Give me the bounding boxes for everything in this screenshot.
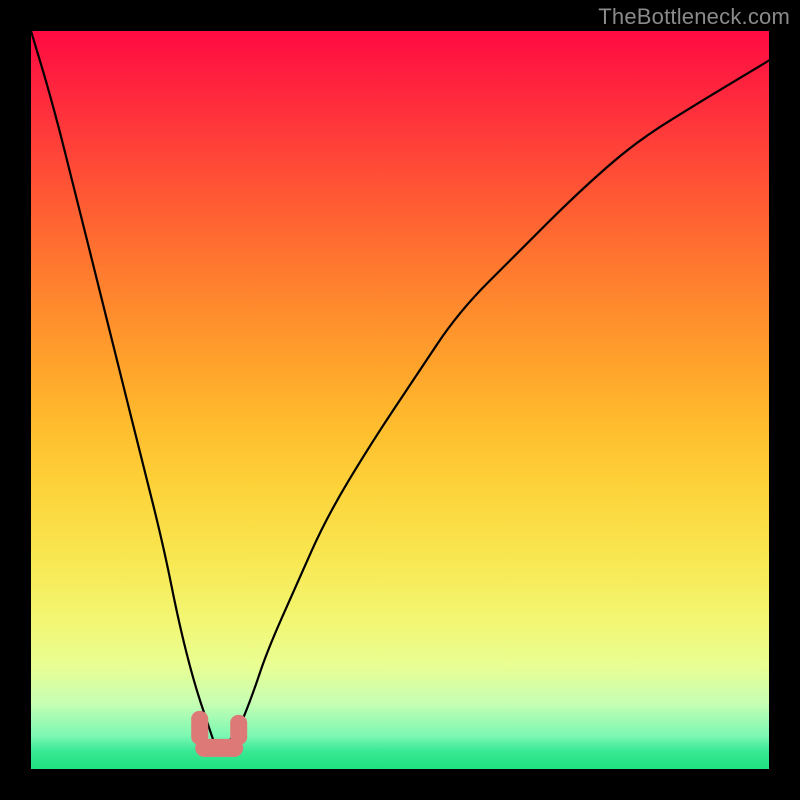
chart-background-gradient: [31, 31, 769, 769]
watermark-text: TheBottleneck.com: [598, 4, 790, 30]
chart-plot-area: [31, 31, 769, 769]
